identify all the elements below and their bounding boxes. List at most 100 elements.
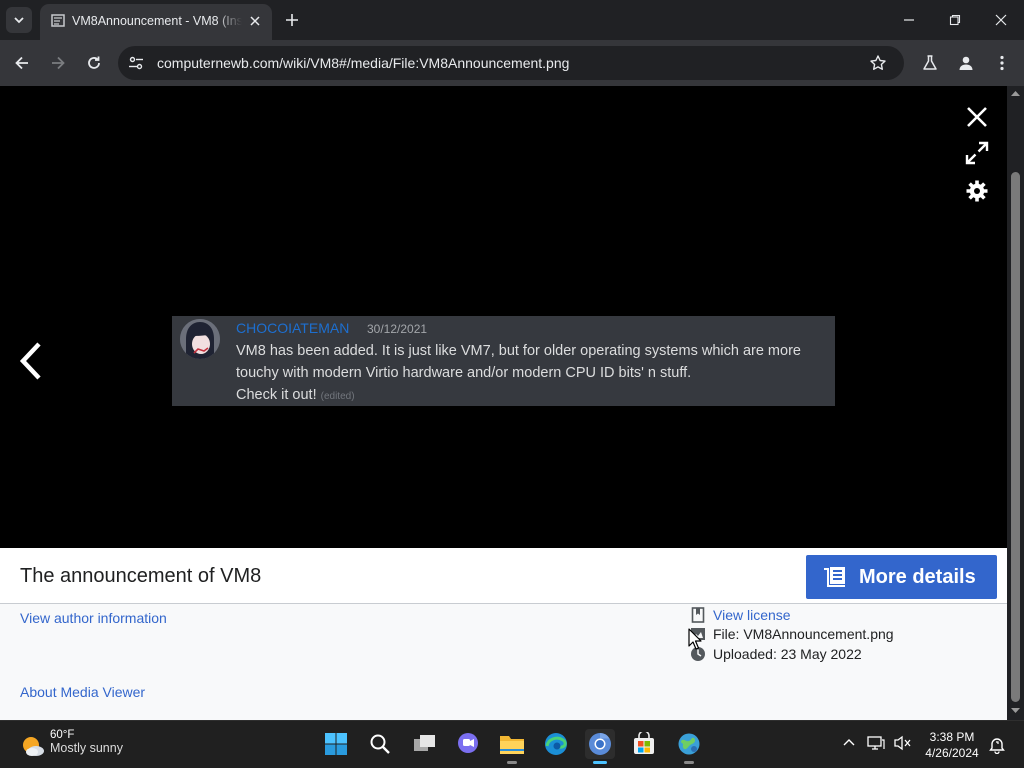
show-hidden-icons-chevron-icon[interactable] — [842, 735, 856, 749]
chrome-icon — [589, 733, 611, 755]
profile-button[interactable] — [954, 51, 978, 75]
scroll-down-icon[interactable] — [1011, 708, 1020, 714]
fullscreen-button[interactable] — [964, 140, 990, 166]
minimize-button[interactable] — [886, 0, 932, 40]
microsoft-store-button[interactable] — [629, 729, 659, 759]
clock-time: 3:38 PM — [929, 730, 975, 744]
page-scrollbar[interactable] — [1007, 86, 1024, 720]
close-icon — [995, 14, 1007, 26]
about-media-viewer-link[interactable]: About Media Viewer — [20, 684, 145, 700]
view-license-link[interactable]: View license — [713, 607, 791, 623]
folder-icon — [500, 736, 524, 754]
license-icon — [690, 607, 706, 623]
weather-widget[interactable]: 60°F Mostly sunny — [20, 729, 123, 759]
message-body: VM8 has been added. It is just like VM7,… — [236, 340, 826, 408]
media-title-bar: The announcement of VM8 More details — [0, 548, 1007, 604]
previous-image-button[interactable] — [14, 336, 48, 386]
file-details-icon — [824, 567, 845, 587]
chevron-left-icon — [19, 342, 41, 380]
volume-muted-icon[interactable] — [894, 735, 912, 751]
wiki-favicon-icon — [51, 14, 65, 27]
chat-icon — [458, 733, 478, 753]
running-indicator — [684, 761, 694, 764]
task-view-button[interactable] — [410, 729, 440, 759]
file-explorer-button[interactable] — [497, 729, 527, 764]
store-icon — [634, 732, 654, 754]
system-clock[interactable]: 3:38 PM 4/26/2024 — [920, 729, 984, 761]
mouse-cursor-icon — [688, 628, 702, 650]
media-info-panel: The announcement of VM8 More details Vie… — [0, 548, 1007, 720]
chevron-down-icon — [14, 17, 24, 24]
task-view-icon — [414, 735, 435, 751]
scroll-up-icon[interactable] — [1011, 90, 1020, 96]
reload-button[interactable] — [82, 51, 106, 75]
more-vertical-icon — [1000, 55, 1004, 71]
taskbar-search-button[interactable] — [365, 729, 395, 759]
license-row: View license — [690, 607, 791, 623]
close-window-button[interactable] — [978, 0, 1024, 40]
arrow-left-icon — [15, 56, 28, 70]
profile-icon — [959, 56, 973, 70]
file-name: File: VM8Announcement.png — [713, 626, 894, 642]
discord-username: CHOCOIATEMAN — [236, 320, 350, 336]
windows-logo-icon — [325, 733, 347, 755]
more-details-button[interactable]: More details — [806, 555, 997, 599]
tab-title: VM8Announcement - VM8 (Insignia) — [72, 14, 242, 28]
running-indicator — [507, 761, 517, 764]
browser-menu-button[interactable] — [990, 51, 1014, 75]
edge-icon — [545, 733, 567, 755]
browser-tab-active[interactable]: VM8Announcement - VM8 (Insignia) — [40, 4, 272, 40]
clock-date: 4/26/2024 — [925, 746, 979, 760]
more-details-label: More details — [859, 565, 976, 588]
chrome-button[interactable] — [585, 729, 615, 764]
search-icon — [370, 734, 390, 754]
edited-label: (edited) — [320, 391, 355, 402]
bookmark-star-icon[interactable] — [869, 54, 887, 72]
expand-icon — [965, 141, 989, 165]
back-button[interactable] — [10, 51, 34, 75]
bookmark-icon — [691, 607, 705, 623]
address-bar[interactable]: computernewb.com/wiki/VM8#/media/File:VM… — [118, 46, 904, 80]
new-tab-button[interactable] — [282, 10, 302, 30]
network-app-button[interactable] — [674, 729, 704, 764]
partly-sunny-icon — [23, 737, 44, 756]
weather-condition: Mostly sunny — [50, 741, 123, 755]
network-status-icon[interactable] — [867, 735, 885, 751]
message-line-1: VM8 has been added. It is just like VM7,… — [236, 343, 801, 359]
close-icon — [967, 107, 987, 127]
minimize-icon — [904, 19, 914, 21]
start-button[interactable] — [321, 729, 351, 759]
media-viewer: CHOCOIATEMAN 30/12/2021 VM8 has been add… — [0, 86, 1007, 548]
forward-button[interactable] — [46, 51, 70, 75]
active-indicator — [593, 761, 607, 764]
site-settings-icon[interactable] — [128, 55, 144, 71]
edge-button[interactable] — [541, 729, 571, 759]
view-author-link[interactable]: View author information — [20, 610, 167, 626]
gear-icon — [966, 180, 988, 202]
upload-date: Uploaded: 23 May 2022 — [713, 646, 862, 662]
restore-icon — [949, 14, 961, 26]
tab-strip: VM8Announcement - VM8 (Insignia) — [0, 0, 1024, 40]
message-line-3: Check it out! (edited) — [236, 384, 826, 408]
media-viewer-close-button[interactable] — [964, 104, 990, 130]
windows-taskbar: 60°F Mostly sunny 3:38 PM 4/26/2024 — [0, 720, 1024, 768]
tab-search-button[interactable] — [6, 7, 32, 33]
globe-app-icon — [678, 733, 700, 755]
url-text[interactable]: computernewb.com/wiki/VM8#/media/File:VM… — [157, 55, 569, 71]
browser-toolbar: computernewb.com/wiki/VM8#/media/File:VM… — [0, 40, 1024, 86]
reload-icon — [88, 56, 100, 69]
notification-bell-icon[interactable] — [989, 736, 1005, 754]
restore-button[interactable] — [932, 0, 978, 40]
settings-button[interactable] — [964, 178, 990, 204]
tab-close-button[interactable] — [246, 12, 264, 30]
flask-icon — [923, 55, 937, 70]
avatar — [180, 319, 220, 359]
teams-chat-button[interactable] — [453, 729, 483, 759]
scrollbar-thumb[interactable] — [1011, 172, 1020, 702]
arrow-right-icon — [52, 56, 65, 70]
uploaded-row: Uploaded: 23 May 2022 — [690, 646, 862, 662]
user-avatar-icon — [180, 319, 220, 359]
announcement-image: CHOCOIATEMAN 30/12/2021 VM8 has been add… — [172, 316, 835, 406]
weather-temp: 60°F — [50, 729, 75, 741]
labs-button[interactable] — [918, 51, 942, 75]
